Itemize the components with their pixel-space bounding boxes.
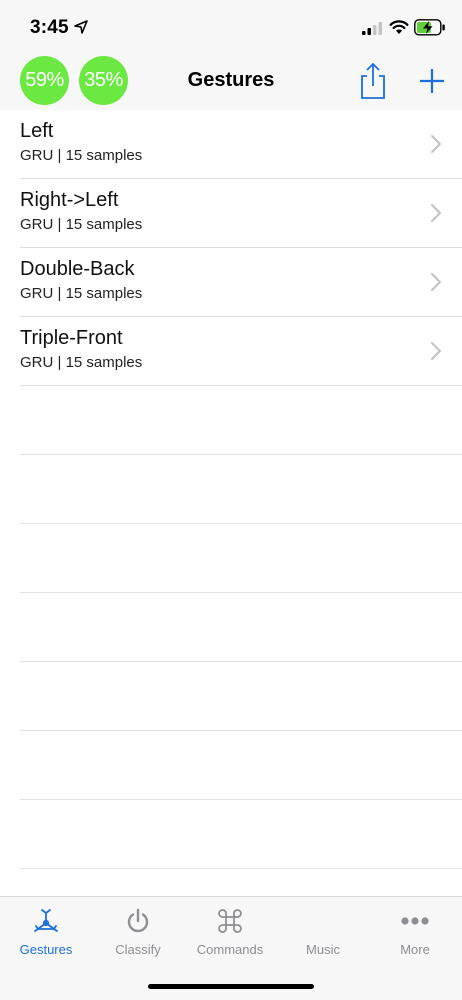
empty-row-separator bbox=[0, 800, 462, 869]
gesture-name: Double-Back bbox=[20, 258, 135, 280]
power-icon bbox=[127, 908, 149, 933]
cellular-signal-icon bbox=[362, 22, 382, 35]
list-item[interactable]: Triple-Front GRU | 15 samples bbox=[0, 317, 462, 386]
gesture-name: Triple-Front bbox=[20, 327, 123, 349]
tab-more[interactable]: More bbox=[369, 897, 461, 967]
gesture-details: GRU | 15 samples bbox=[20, 147, 143, 164]
empty-row-separator bbox=[0, 731, 462, 800]
gesture-icon bbox=[34, 909, 58, 932]
chevron-right-icon bbox=[430, 203, 442, 223]
plus-icon bbox=[420, 69, 444, 93]
gesture-name: Left bbox=[20, 120, 54, 142]
location-arrow-icon bbox=[74, 20, 88, 34]
command-icon bbox=[218, 909, 242, 933]
gesture-list: Left GRU | 15 samples Right->Left GRU | … bbox=[0, 110, 462, 869]
chevron-right-icon bbox=[430, 134, 442, 154]
tab-label: Classify bbox=[115, 942, 161, 957]
share-icon bbox=[361, 62, 385, 99]
tab-label: Commands bbox=[196, 942, 264, 957]
list-item[interactable]: Left GRU | 15 samples bbox=[0, 110, 462, 179]
empty-row-separator bbox=[0, 524, 462, 593]
home-indicator bbox=[148, 984, 314, 989]
list-item[interactable]: Double-Back GRU | 15 samples bbox=[0, 248, 462, 317]
tab-label: Gestures bbox=[19, 942, 73, 957]
tab-label: More bbox=[400, 942, 430, 957]
empty-row-separator bbox=[0, 386, 462, 455]
gesture-name: Right->Left bbox=[20, 189, 119, 211]
tab-classify[interactable]: Classify bbox=[92, 897, 184, 967]
empty-row-separator bbox=[0, 593, 462, 662]
wifi-icon bbox=[389, 20, 409, 34]
chevron-right-icon bbox=[430, 272, 442, 292]
nav-bar: 59% 35% Gestures bbox=[0, 56, 462, 110]
empty-row-separator bbox=[0, 455, 462, 524]
status-time: 3:45 bbox=[30, 17, 69, 38]
tab-music[interactable]: Music bbox=[277, 897, 369, 967]
add-gesture-button[interactable] bbox=[419, 68, 445, 94]
tab-gestures[interactable]: Gestures bbox=[0, 897, 92, 967]
status-bar: 3:45 bbox=[0, 0, 462, 56]
gesture-details: GRU | 15 samples bbox=[20, 354, 143, 371]
list-item[interactable]: Right->Left GRU | 15 samples bbox=[0, 179, 462, 248]
empty-row-separator bbox=[0, 662, 462, 731]
tab-label: Music bbox=[306, 942, 340, 957]
gesture-details: GRU | 15 samples bbox=[20, 216, 143, 233]
gesture-details: GRU | 15 samples bbox=[20, 285, 143, 302]
page-title: Gestures bbox=[187, 69, 275, 91]
share-button[interactable] bbox=[358, 62, 388, 100]
battery-charging-icon bbox=[414, 19, 445, 36]
tab-commands[interactable]: Commands bbox=[184, 897, 276, 967]
more-icon bbox=[401, 917, 429, 925]
chevron-right-icon bbox=[430, 341, 442, 361]
app-screen: 3:45 59% 35% Gestures Left GRU | 15 samp… bbox=[0, 0, 462, 1000]
